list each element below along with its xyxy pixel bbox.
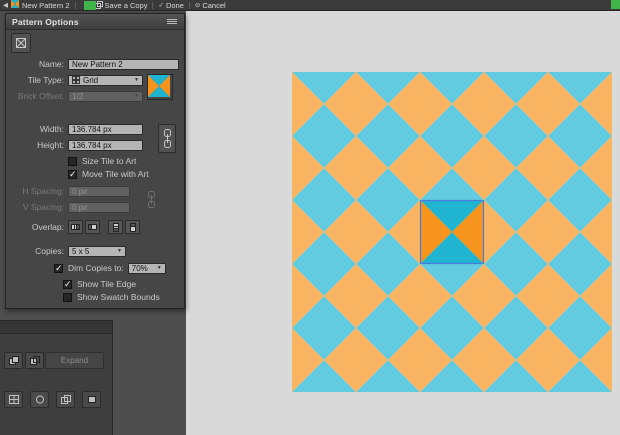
done-button[interactable]: ✓ Done (158, 1, 183, 10)
green-artwork-fragment (84, 1, 96, 10)
constrain-proportions-button[interactable] (158, 124, 176, 153)
dropdown-arrow-icon: ▼ (117, 248, 122, 254)
pattern-center-tile[interactable] (419, 199, 485, 265)
separator (188, 1, 190, 9)
tile-swatch-preview (147, 74, 173, 100)
overlap-top-in-front-button[interactable] (108, 220, 123, 234)
panel-title: Pattern Options (12, 16, 79, 27)
pathfinder-panel-fragment: Expand (0, 320, 113, 435)
overlap-row: Overlap: (10, 220, 142, 234)
dim-copies-row: ✓ Dim Copies to: 70% ▼ (10, 262, 166, 274)
dim-copies-label: Dim Copies to: (68, 263, 124, 273)
expand-button[interactable]: Expand (45, 352, 104, 369)
exit-pattern-mode-button[interactable]: ◀ (3, 1, 8, 10)
back-arrow-icon: ◀ (3, 1, 8, 9)
dropdown-arrow-icon: ▼ (134, 77, 139, 83)
pattern-tile-tool-button[interactable] (11, 33, 31, 53)
name-input[interactable] (72, 59, 175, 69)
pattern-options-panel: Pattern Options Name: Til (5, 13, 185, 309)
size-tile-to-art-label: Size Tile to Art (82, 156, 137, 166)
grid-tile-icon (72, 76, 80, 84)
height-row: Height: 136.784 px (10, 139, 143, 151)
save-a-copy-button[interactable]: Save a Copy (94, 1, 147, 10)
panel-menu-icon[interactable] (166, 13, 178, 31)
pattern-artwork[interactable] (292, 72, 612, 392)
brick-offset-row: Brick Offset: 1/2 ▼ (10, 90, 143, 102)
spacing-link-icon (144, 188, 158, 210)
height-field[interactable]: 136.784 px (68, 139, 143, 151)
divide-icon[interactable] (4, 391, 23, 408)
show-tile-edge-checkbox[interactable]: ✓ (63, 279, 72, 289)
dropdown-arrow-icon: ▼ (134, 93, 139, 99)
tile-type-dropdown[interactable]: Grid ▼ (68, 74, 143, 86)
overlap-bottom-in-front-button[interactable] (125, 220, 140, 234)
show-swatch-bounds-row: Show Swatch Bounds (10, 291, 160, 303)
overlap-right-in-front-button[interactable] (85, 220, 100, 234)
merge-icon[interactable] (56, 391, 75, 408)
name-row: Name: (10, 58, 179, 70)
crop-icon[interactable] (82, 391, 101, 408)
overlap-label: Overlap: (31, 222, 64, 232)
copies-dropdown[interactable]: 5 x 5 ▼ (68, 245, 126, 257)
v-spacing-label: V Spacing: (22, 202, 64, 212)
width-row: Width: 136.784 px (10, 123, 143, 135)
h-spacing-field: 0 px (68, 185, 130, 197)
show-swatch-bounds-label: Show Swatch Bounds (77, 292, 160, 302)
dim-copies-checkbox[interactable]: ✓ (54, 263, 63, 273)
move-tile-with-art-checkbox[interactable]: ✓ (68, 169, 77, 179)
tile-type-label: Tile Type: (27, 75, 64, 85)
copies-label: Copies: (35, 246, 64, 256)
green-artwork-fragment (611, 0, 620, 9)
pattern-tile-tool-icon (16, 38, 26, 48)
width-field[interactable]: 136.784 px (68, 123, 143, 135)
pattern-thumbnail-icon (11, 0, 19, 10)
h-spacing-label: H Spacing: (22, 186, 64, 196)
dim-copies-dropdown[interactable]: 70% ▼ (127, 262, 166, 274)
height-label: Height: (37, 140, 64, 150)
cancel-button[interactable]: ⊘ Cancel (195, 1, 226, 10)
brick-offset-label: Brick Offset: (17, 91, 64, 101)
size-tile-to-art-row: Size Tile to Art (10, 155, 136, 167)
width-label: Width: (39, 124, 64, 134)
h-spacing-row: H Spacing: 0 px (10, 185, 130, 197)
size-tile-to-art-checkbox[interactable] (68, 156, 77, 166)
separator (152, 1, 154, 9)
separator (74, 1, 76, 9)
show-swatch-bounds-checkbox[interactable] (63, 292, 72, 302)
show-tile-edge-label: Show Tile Edge (77, 279, 137, 289)
trim-icon[interactable] (30, 391, 49, 408)
breadcrumb-pattern-name: New Pattern 2 (22, 0, 70, 10)
unite-icon[interactable] (4, 352, 23, 369)
done-check-icon: ✓ (158, 1, 164, 9)
name-label: Name: (38, 59, 64, 69)
app-window: ◀ New Pattern 2 Save a Copy ✓ Done ⊘ Can… (0, 0, 620, 435)
panel-header[interactable]: Pattern Options (6, 14, 184, 30)
tile-type-row: Tile Type: Grid ▼ (10, 74, 143, 86)
v-spacing-row: V Spacing: 0 px (10, 201, 130, 213)
move-tile-with-art-row: ✓ Move Tile with Art (10, 168, 149, 180)
minus-front-icon[interactable] (25, 352, 44, 369)
brick-offset-dropdown: 1/2 ▼ (68, 90, 143, 102)
cancel-icon: ⊘ (194, 1, 201, 9)
name-field[interactable] (68, 58, 179, 70)
move-tile-with-art-label: Move Tile with Art (82, 169, 149, 179)
dropdown-arrow-icon: ▼ (156, 265, 162, 271)
v-spacing-field: 0 px (68, 201, 130, 213)
chain-link-icon (163, 129, 171, 148)
copies-row: Copies: 5 x 5 ▼ (10, 245, 126, 257)
bottom-panel-header (0, 321, 112, 334)
pattern-tiles-svg[interactable] (292, 72, 612, 392)
show-tile-edge-row: ✓ Show Tile Edge (10, 278, 136, 290)
overlap-left-in-front-button[interactable] (68, 220, 83, 234)
